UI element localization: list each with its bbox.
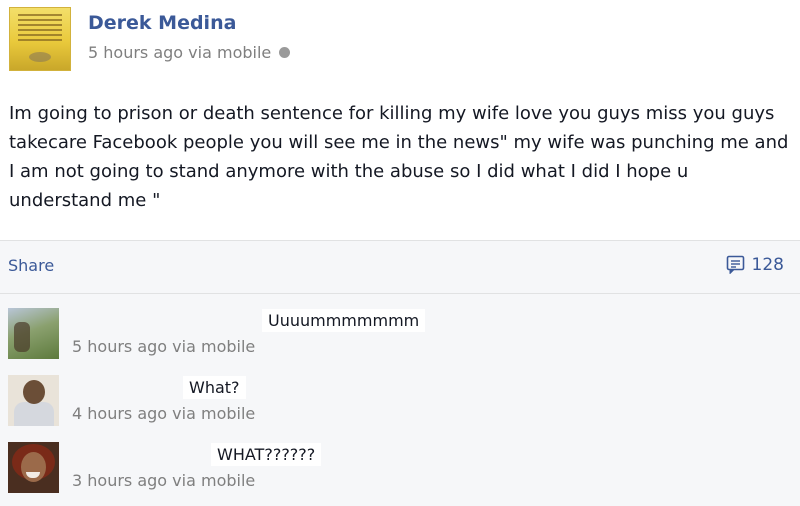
status-text: Im going to prison or death sentence for… xyxy=(9,103,789,211)
share-link[interactable]: Share xyxy=(8,256,54,275)
comment-timestamp[interactable]: 5 hours ago via mobile xyxy=(72,337,255,356)
author-avatar[interactable] xyxy=(9,7,71,71)
comment-timestamp[interactable]: 4 hours ago via mobile xyxy=(72,404,255,423)
comment-avatar[interactable] xyxy=(8,375,59,426)
author-name[interactable]: Derek Medina xyxy=(88,12,236,34)
comment-icon xyxy=(726,255,744,274)
post-card: Derek Medina 5 hours ago via mobile Im g… xyxy=(0,0,800,240)
comment-text: WHAT?????? xyxy=(211,443,322,466)
comment-count[interactable]: 128 xyxy=(726,255,784,275)
comment-count-value: 128 xyxy=(751,255,784,275)
comment-avatar[interactable] xyxy=(8,442,59,493)
post-timestamp[interactable]: 5 hours ago via mobile xyxy=(88,43,271,62)
comment-timestamp[interactable]: 3 hours ago via mobile xyxy=(72,471,255,490)
post-meta: 5 hours ago via mobile xyxy=(88,43,291,62)
comment-text: What? xyxy=(183,376,246,399)
comment-text: Uuuummmmmmm xyxy=(262,309,426,332)
divider xyxy=(0,293,800,294)
feedback-area xyxy=(0,240,800,506)
globe-icon[interactable] xyxy=(279,47,291,58)
comment-avatar[interactable] xyxy=(8,308,59,359)
